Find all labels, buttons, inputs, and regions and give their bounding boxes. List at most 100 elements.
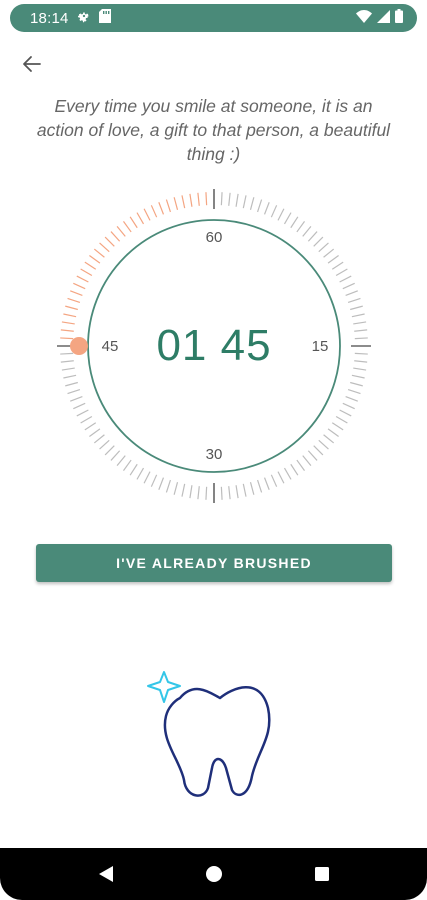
nav-recents-button[interactable] bbox=[310, 862, 334, 886]
dial-tick bbox=[73, 282, 86, 290]
dial-tick bbox=[242, 195, 247, 209]
dial-tick bbox=[354, 360, 368, 363]
dial-tick bbox=[228, 192, 231, 206]
sd-card-icon bbox=[98, 9, 111, 27]
dial-tick bbox=[235, 485, 239, 499]
tooth-outline bbox=[163, 686, 271, 797]
dial-tick bbox=[110, 231, 121, 242]
dial-tick bbox=[235, 193, 239, 207]
dial-tick bbox=[318, 439, 329, 450]
dial-tick bbox=[150, 205, 158, 218]
dial-tick bbox=[307, 231, 318, 242]
dial-tick bbox=[263, 202, 270, 215]
dial-tick bbox=[331, 422, 344, 431]
signal-icon bbox=[377, 9, 390, 27]
dial-tick bbox=[70, 290, 83, 297]
dial-tick bbox=[335, 268, 348, 277]
dial-tick bbox=[73, 402, 86, 410]
dial-tick bbox=[80, 415, 93, 424]
dial-tick bbox=[104, 236, 115, 247]
dial-tick bbox=[65, 305, 78, 311]
home-circle-icon bbox=[205, 866, 222, 882]
arrow-left-icon bbox=[23, 56, 41, 72]
motivational-quote: Every time you smile at someone, it is a… bbox=[36, 96, 391, 164]
dial-tick bbox=[67, 297, 81, 304]
dial-tick bbox=[84, 422, 97, 431]
dial-tick bbox=[84, 261, 97, 270]
dial-tick bbox=[150, 474, 158, 487]
status-time: 18:14 bbox=[30, 9, 69, 27]
dial-tick bbox=[205, 486, 208, 500]
dial-tick bbox=[350, 381, 363, 387]
dial-tick bbox=[296, 459, 306, 471]
nav-home-button[interactable] bbox=[202, 862, 226, 886]
progress-knob[interactable] bbox=[70, 337, 88, 355]
dial-tick bbox=[197, 192, 200, 206]
dial-tick bbox=[93, 248, 105, 258]
dial-tick bbox=[283, 212, 292, 225]
dial-tick bbox=[220, 486, 223, 500]
dial-tick bbox=[158, 202, 165, 215]
dial-tick bbox=[104, 445, 115, 456]
dial-tick bbox=[327, 428, 339, 438]
dial-tick bbox=[110, 450, 121, 461]
dial-tick bbox=[116, 455, 126, 467]
dial-tick bbox=[89, 254, 101, 264]
dial-tick bbox=[350, 305, 363, 311]
already-brushed-button[interactable]: I'VE ALREADY BRUSHED bbox=[36, 544, 392, 582]
dial-tick bbox=[158, 477, 165, 490]
dial-tick bbox=[99, 242, 110, 253]
dial-tick bbox=[331, 261, 344, 270]
timer-display: 01 45 bbox=[156, 321, 272, 370]
dial-tick bbox=[256, 199, 263, 213]
dial-tick bbox=[205, 192, 208, 206]
recents-square-icon bbox=[314, 867, 329, 881]
dial-tick bbox=[335, 415, 348, 424]
dial-tick bbox=[63, 374, 77, 379]
dial-tick bbox=[165, 479, 172, 493]
dial-tick bbox=[67, 388, 81, 395]
status-right bbox=[356, 9, 403, 27]
dial-tick bbox=[277, 471, 285, 484]
dial-tick bbox=[242, 483, 247, 497]
dial-tick bbox=[136, 467, 145, 480]
dial-tick bbox=[60, 352, 74, 355]
dial-tick bbox=[339, 275, 352, 283]
dial-tick bbox=[345, 290, 358, 297]
dial-tick bbox=[61, 321, 75, 325]
dial-tick bbox=[70, 395, 83, 402]
dial-tick bbox=[318, 242, 329, 253]
dial-tick bbox=[290, 216, 299, 229]
dial-tick bbox=[296, 221, 306, 233]
dial-tick bbox=[342, 402, 355, 410]
dial-tick bbox=[220, 192, 223, 206]
dial-tick bbox=[181, 483, 186, 497]
battery-icon bbox=[395, 9, 403, 27]
dial-tick bbox=[173, 197, 179, 210]
dial-label-30: 30 bbox=[205, 446, 223, 463]
dial-tick bbox=[323, 434, 335, 444]
dial-tick bbox=[347, 297, 361, 304]
dial-tick bbox=[249, 197, 255, 210]
back-triangle-icon bbox=[98, 866, 113, 882]
dial-tick bbox=[339, 409, 352, 417]
dial-tick bbox=[129, 216, 138, 229]
dial-tick bbox=[302, 455, 312, 467]
back-button[interactable] bbox=[16, 48, 48, 80]
dial-tick bbox=[249, 482, 255, 495]
dial-tick bbox=[122, 221, 132, 233]
dial-tick bbox=[307, 450, 318, 461]
dial-tick bbox=[342, 282, 355, 290]
dial-tick bbox=[323, 248, 335, 258]
dial-tick bbox=[76, 275, 89, 283]
tooth-sparkle-icon bbox=[147, 671, 271, 797]
dial-tick bbox=[80, 268, 93, 277]
dial-tick bbox=[116, 225, 126, 237]
dial-tick bbox=[256, 479, 263, 493]
dial-tick bbox=[283, 467, 292, 480]
dial-tick bbox=[65, 381, 78, 387]
dial-tick bbox=[327, 254, 339, 264]
status-bar: 18:14 bbox=[10, 4, 417, 32]
dial-tick bbox=[313, 445, 324, 456]
nav-back-button[interactable] bbox=[94, 862, 118, 886]
